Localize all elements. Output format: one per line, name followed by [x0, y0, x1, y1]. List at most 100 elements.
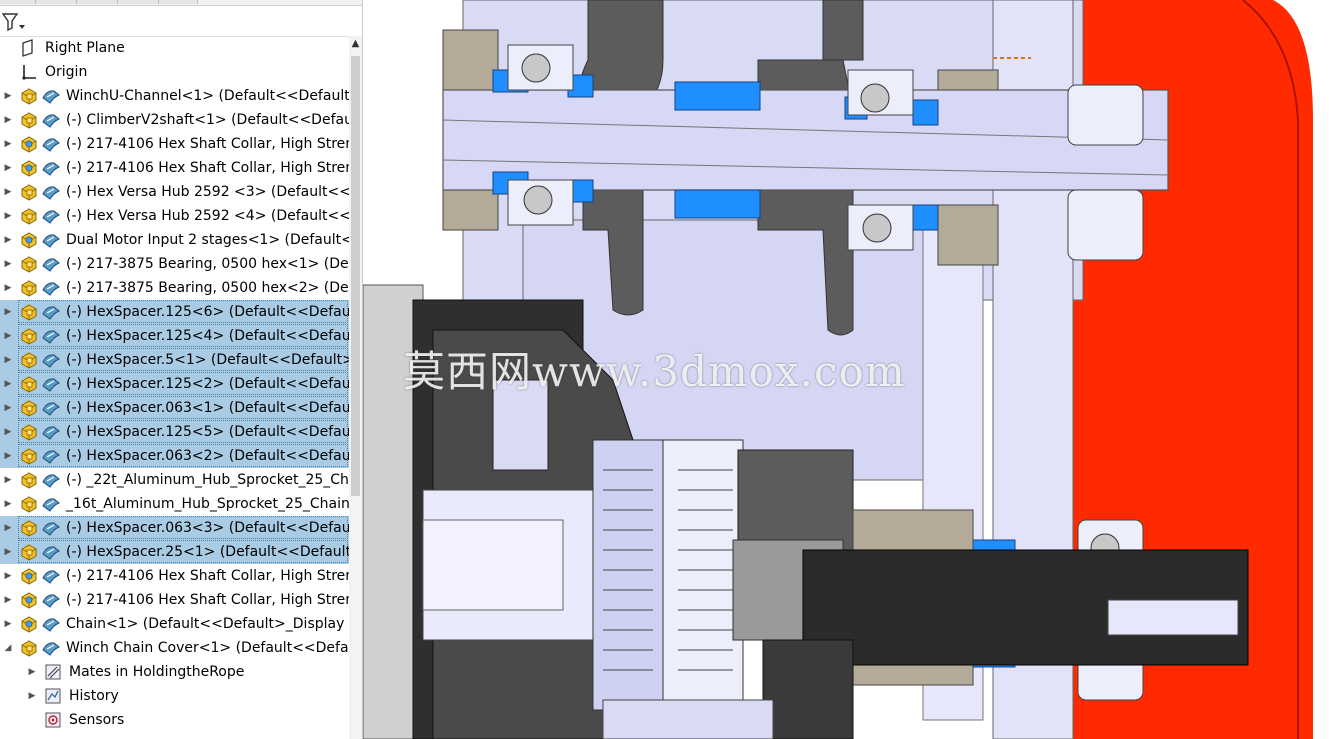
bearing-ball [521, 53, 551, 83]
bearing-lower [852, 509, 974, 556]
tree-item[interactable]: ▶ (-) HexSpacer.125<5> (Default<<Default> [0, 420, 350, 444]
panel-tab[interactable] [118, 0, 159, 4]
part-icon [20, 87, 38, 105]
tree-item-label: _16t_Aluminum_Hub_Sprocket_25_Chain_1_ [66, 496, 350, 512]
tree-item-label: Dual Motor Input 2 stages<1> (Default<D [66, 232, 350, 248]
tree-item-label: History [69, 688, 119, 704]
expand-caret-icon[interactable]: ▶ [3, 348, 13, 372]
assembly-icon [20, 615, 38, 633]
expand-caret-icon[interactable]: ▶ [3, 540, 13, 564]
expand-caret-icon[interactable]: ▶ [27, 660, 37, 684]
tree-item-label: WinchU-Channel<1> (Default<<Default>_ [66, 88, 350, 104]
expand-caret-icon[interactable]: ▶ [3, 204, 13, 228]
external-reference-icon [42, 303, 60, 321]
expand-caret-icon[interactable]: ▶ [3, 180, 13, 204]
tree-item-label: (-) 217-4106 Hex Shaft Collar, High Stre… [66, 160, 350, 176]
panel-tab[interactable] [36, 0, 77, 4]
graphics-viewport[interactable]: 莫西网www.3dmox.com [363, 0, 1329, 739]
tree-item-label: Chain<1> (Default<<Default>_Display Sta [66, 616, 350, 632]
hex-spacer [912, 99, 939, 126]
bearing-ball [523, 185, 553, 215]
expand-caret-icon[interactable]: ▶ [27, 684, 37, 708]
tree-item[interactable]: ▶ (-) 217-4106 Hex Shaft Collar, High Str… [0, 564, 350, 588]
feature-manager-tree: Right Plane Origin ▶ WinchU-Channel<1> (Def… [0, 0, 363, 739]
expand-caret-icon[interactable]: ▶ [3, 444, 13, 468]
external-reference-icon [42, 423, 60, 441]
scroll-thumb[interactable] [351, 56, 360, 496]
expand-caret-icon[interactable]: ▶ [3, 228, 13, 252]
tree-item[interactable]: ▶ _16t_Aluminum_Hub_Sprocket_25_Chain_1_ [0, 492, 350, 516]
tree-item[interactable]: ▶ (-) 217-3875 Bearing, 0500 hex<2> (Defa… [0, 276, 350, 300]
watermark-text: 莫西网www.3dmox.com [403, 347, 906, 396]
part-icon [20, 543, 38, 561]
tree-item[interactable]: ▶ (-) HexSpacer.5<1> (Default<<Default>_D [0, 348, 350, 372]
expand-caret-icon[interactable]: ▶ [3, 324, 13, 348]
tree-item[interactable]: ▶ WinchU-Channel<1> (Default<<Default>_ [0, 84, 350, 108]
tree-item[interactable]: ▶ (-) 217-4106 Hex Shaft Collar, High Str… [0, 132, 350, 156]
tree-item[interactable]: ▶ (-) HexSpacer.063<3> (Default<<Default> [0, 516, 350, 540]
expand-caret-icon[interactable]: ▶ [3, 276, 13, 300]
expand-caret-icon[interactable]: ▶ [3, 132, 13, 156]
tree-scrollbar[interactable]: ▲ [349, 36, 362, 739]
panel-tab[interactable] [0, 0, 36, 4]
tree-item[interactable]: ▶ (-) 217-4106 Hex Shaft Collar, High Str… [0, 588, 350, 612]
panel-tab[interactable] [77, 0, 118, 4]
tree-item[interactable]: ▶ (-) 217-4106 Hex Shaft Collar, High Str… [0, 156, 350, 180]
tree-item[interactable]: Sensors [0, 708, 350, 732]
tree-item[interactable]: ▶ (-) Hex Versa Hub 2592 <4> (Default<<De [0, 204, 350, 228]
tree-item[interactable]: ▶ (-) HexSpacer.125<6> (Default<<Default> [0, 300, 350, 324]
part-icon [20, 111, 38, 129]
plane-icon [20, 39, 38, 57]
mates-icon [44, 663, 62, 681]
panel-tab[interactable] [159, 0, 198, 4]
expand-caret-icon[interactable]: ▶ [3, 612, 13, 636]
external-reference-icon [42, 519, 60, 537]
shaft-collar [1067, 84, 1144, 146]
sensors-icon [44, 711, 62, 729]
expand-caret-icon[interactable]: ▶ [3, 468, 13, 492]
hex-spacer [674, 189, 761, 219]
tree-item[interactable]: ▶ (-) HexSpacer.063<2> (Default<<Default> [0, 444, 350, 468]
part-icon [20, 255, 38, 273]
tree-item-label: (-) HexSpacer.125<6> (Default<<Default> [66, 304, 350, 320]
bearing-ball [862, 213, 892, 243]
expand-caret-icon[interactable]: ▶ [3, 84, 13, 108]
collapse-caret-icon[interactable]: ◢ [3, 636, 13, 660]
tree-item[interactable]: Right Plane [0, 36, 350, 60]
expand-caret-icon[interactable]: ▶ [3, 492, 13, 516]
expand-caret-icon[interactable]: ▶ [3, 156, 13, 180]
tree-item[interactable]: ▶ History [0, 684, 350, 708]
tree-item[interactable]: ▶ (-) HexSpacer.063<1> (Default<<Default> [0, 396, 350, 420]
tree-item[interactable]: ▶ (-) _22t_Aluminum_Hub_Sprocket_25_Chain [0, 468, 350, 492]
scroll-up-arrow-icon[interactable]: ▲ [349, 38, 362, 52]
tree-item[interactable]: ▶ Chain<1> (Default<<Default>_Display Sta [0, 612, 350, 636]
tree-item[interactable]: ▶ (-) HexSpacer.125<2> (Default<<Default> [0, 372, 350, 396]
tree-item[interactable]: Origin [0, 60, 350, 84]
tree-item[interactable]: ▶ (-) Hex Versa Hub 2592 <3> (Default<<De [0, 180, 350, 204]
expand-caret-icon[interactable]: ▶ [3, 564, 13, 588]
expand-caret-icon[interactable]: ▶ [3, 372, 13, 396]
bearing-ball [860, 83, 890, 113]
part-icon [20, 279, 38, 297]
part-icon [20, 495, 38, 513]
expand-caret-icon[interactable]: ▶ [3, 396, 13, 420]
expand-caret-icon[interactable]: ▶ [3, 516, 13, 540]
expand-caret-icon[interactable]: ▶ [3, 420, 13, 444]
tree-item[interactable]: ▶ (-) ClimberV2shaft<1> (Default<<Default… [0, 108, 350, 132]
expand-caret-icon[interactable]: ▶ [3, 108, 13, 132]
tree-item[interactable]: ▶ (-) 217-3875 Bearing, 0500 hex<1> (Defa… [0, 252, 350, 276]
tree-item[interactable]: ▶ (-) HexSpacer.125<4> (Default<<Default> [0, 324, 350, 348]
expand-caret-icon[interactable]: ▶ [3, 300, 13, 324]
tree-item[interactable]: ▶ Dual Motor Input 2 stages<1> (Default<D [0, 228, 350, 252]
expand-caret-icon[interactable]: ▶ [3, 252, 13, 276]
tree-item[interactable]: ▶ (-) HexSpacer.25<1> (Default<<Default>_ [0, 540, 350, 564]
tree-item-label: Origin [45, 64, 88, 80]
external-reference-icon [42, 615, 60, 633]
tree-item[interactable]: ▶ Mates in HoldingtheRope [0, 660, 350, 684]
expand-caret-icon[interactable]: ▶ [3, 588, 13, 612]
tree-item[interactable]: ◢ Winch Chain Cover<1> (Default<<Default [0, 636, 350, 660]
filter-icon[interactable] [2, 12, 26, 32]
expand-caret-icon [3, 60, 13, 84]
external-reference-icon [42, 183, 60, 201]
tree-item-label: (-) Hex Versa Hub 2592 <4> (Default<<De [66, 208, 350, 224]
